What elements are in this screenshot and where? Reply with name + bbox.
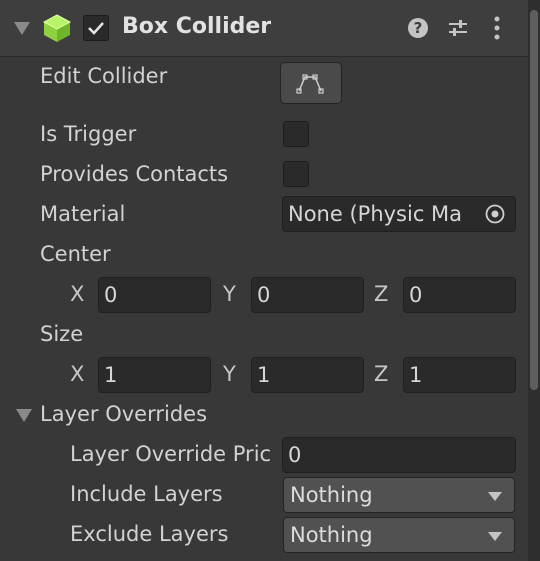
scrollbar[interactable]	[528, 0, 540, 561]
object-picker-icon[interactable]	[484, 203, 506, 225]
center-z-value: 0	[409, 283, 423, 307]
provides-contacts-label: Provides Contacts	[40, 162, 229, 186]
svg-text:?: ?	[414, 19, 423, 37]
layer-override-priority-field[interactable]: 0	[282, 437, 516, 473]
center-z-field[interactable]: 0	[403, 277, 516, 313]
center-z-label: Z	[374, 282, 389, 306]
kebab-menu-icon[interactable]	[490, 15, 504, 41]
box-collider-icon	[42, 14, 72, 42]
material-value: None (Physic Ma	[288, 202, 463, 226]
component-header: Box Collider ?	[0, 0, 528, 57]
exclude-layers-value: Nothing	[290, 523, 373, 547]
presets-icon[interactable]	[446, 16, 470, 40]
size-x-field[interactable]: 1	[98, 357, 211, 393]
material-label: Material	[40, 202, 126, 226]
is-trigger-checkbox[interactable]	[283, 121, 309, 147]
edit-collider-button[interactable]	[280, 62, 342, 104]
component-enabled-checkbox[interactable]	[83, 15, 109, 41]
center-x-label: X	[70, 282, 85, 306]
edit-collider-label: Edit Collider	[40, 64, 168, 88]
layer-override-priority-value: 0	[288, 443, 302, 467]
size-z-field[interactable]: 1	[403, 357, 516, 393]
exclude-layers-dropdown[interactable]: Nothing	[283, 517, 515, 553]
chevron-down-icon	[488, 492, 502, 501]
layer-override-priority-label: Layer Override Pric	[70, 442, 272, 466]
center-y-label: Y	[223, 282, 236, 306]
size-y-field[interactable]: 1	[251, 357, 364, 393]
size-y-label: Y	[223, 362, 236, 386]
edit-collider-icon	[296, 74, 324, 94]
include-layers-dropdown[interactable]: Nothing	[283, 477, 515, 513]
center-x-value: 0	[104, 283, 118, 307]
size-x-label: X	[70, 362, 85, 386]
size-x-value: 1	[104, 363, 118, 387]
center-x-field[interactable]: 0	[98, 277, 211, 313]
provides-contacts-checkbox[interactable]	[283, 161, 309, 187]
collapse-arrow-icon[interactable]	[14, 22, 30, 35]
size-z-value: 1	[409, 363, 423, 387]
center-y-field[interactable]: 0	[251, 277, 364, 313]
layer-overrides-label[interactable]: Layer Overrides	[40, 402, 207, 426]
checkmark-icon	[88, 22, 104, 35]
center-y-value: 0	[257, 283, 271, 307]
is-trigger-label: Is Trigger	[40, 122, 137, 146]
center-label: Center	[40, 242, 111, 266]
layer-overrides-foldout-icon[interactable]	[16, 409, 32, 422]
component-title: Box Collider	[122, 14, 272, 39]
help-icon[interactable]: ?	[407, 17, 429, 39]
size-label: Size	[40, 322, 84, 346]
include-layers-value: Nothing	[290, 483, 373, 507]
chevron-down-icon	[488, 532, 502, 541]
material-field[interactable]: None (Physic Ma	[282, 196, 516, 232]
size-z-label: Z	[374, 362, 389, 386]
scrollbar-thumb[interactable]	[530, 10, 538, 390]
exclude-layers-label: Exclude Layers	[70, 522, 229, 546]
size-y-value: 1	[257, 363, 271, 387]
include-layers-label: Include Layers	[70, 482, 223, 506]
